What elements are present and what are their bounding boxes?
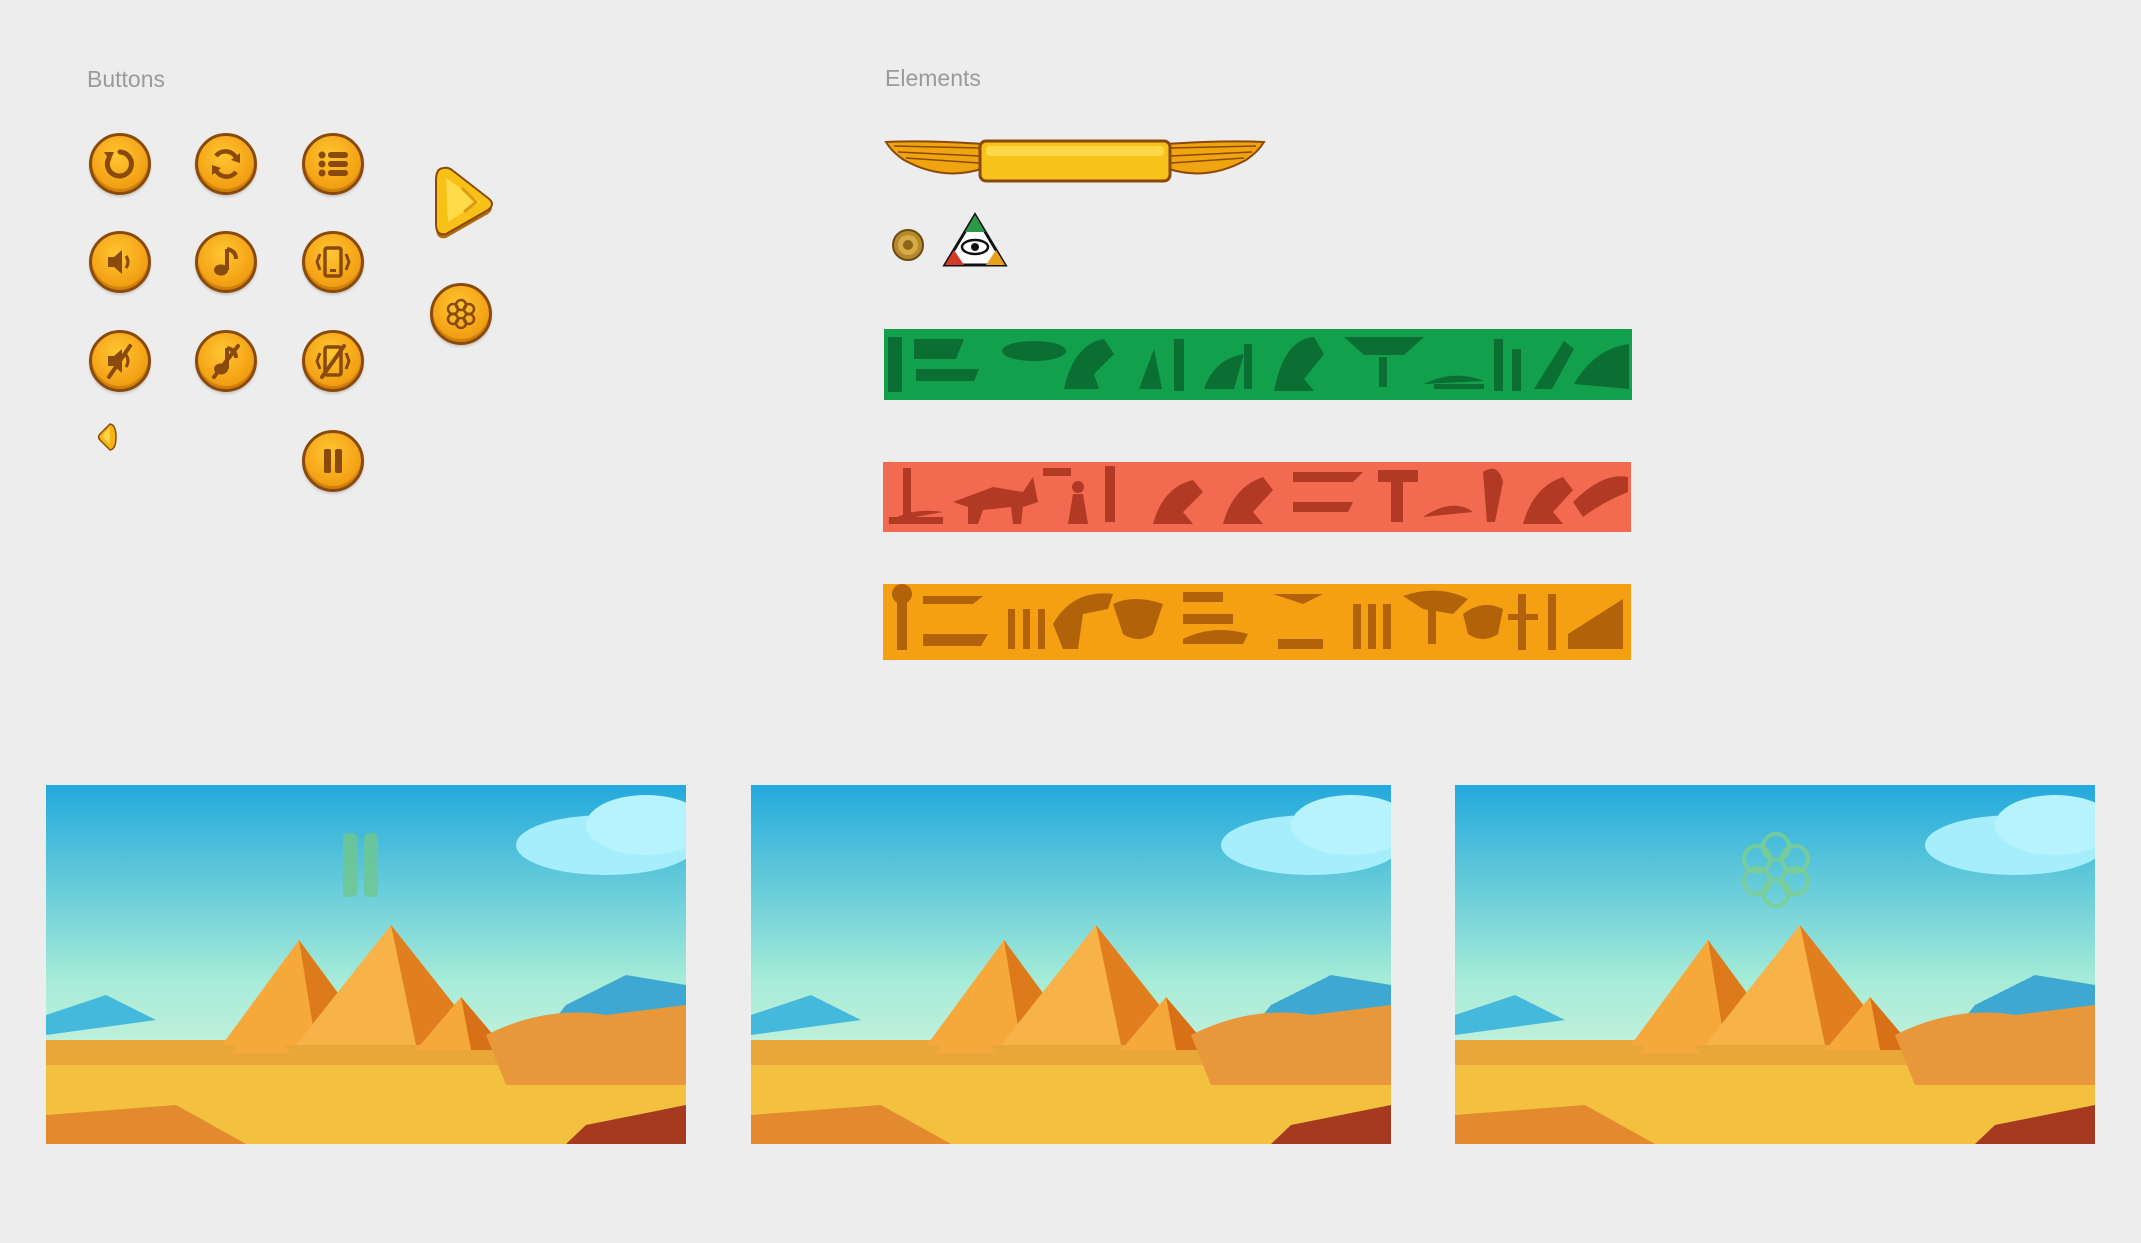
vibration-on-icon xyxy=(315,246,351,278)
hieroglyph-strip-red xyxy=(883,462,1631,532)
music-off-button[interactable] xyxy=(195,330,257,392)
elements-section-label: Elements xyxy=(885,65,981,91)
restart-icon xyxy=(104,149,134,179)
vibration-off-button[interactable] xyxy=(302,330,364,392)
game-scene-pause xyxy=(46,785,686,1144)
refresh-icon xyxy=(212,149,240,179)
refresh-button[interactable] xyxy=(195,133,257,195)
buttons-section-label: Buttons xyxy=(87,66,165,92)
game-scene-flower xyxy=(1455,785,2095,1144)
vibration-button[interactable] xyxy=(302,231,364,293)
flower-icon xyxy=(446,298,476,330)
coin-icon xyxy=(892,229,924,261)
music-on-icon xyxy=(214,247,238,276)
winged-banner xyxy=(884,139,1266,183)
sound-on-icon xyxy=(108,250,130,274)
sound-off-button[interactable] xyxy=(89,330,151,392)
menu-list-icon xyxy=(318,151,348,177)
pause-button[interactable] xyxy=(302,430,364,492)
flower-button[interactable] xyxy=(430,283,492,345)
eye-pyramid-icon xyxy=(942,212,1008,267)
vibration-off-icon xyxy=(315,344,351,379)
hieroglyph-strip-green xyxy=(884,329,1632,400)
small-arrow-gem-icon xyxy=(97,423,117,451)
sound-button[interactable] xyxy=(89,231,151,293)
sound-off-icon xyxy=(107,344,132,379)
music-off-icon xyxy=(212,344,240,379)
menu-button[interactable] xyxy=(302,133,364,195)
hieroglyph-strip-orange xyxy=(883,584,1631,660)
music-button[interactable] xyxy=(195,231,257,293)
game-scene-plain xyxy=(751,785,1391,1144)
play-button[interactable] xyxy=(432,164,498,248)
pause-icon xyxy=(324,449,342,473)
restart-button[interactable] xyxy=(89,133,151,195)
